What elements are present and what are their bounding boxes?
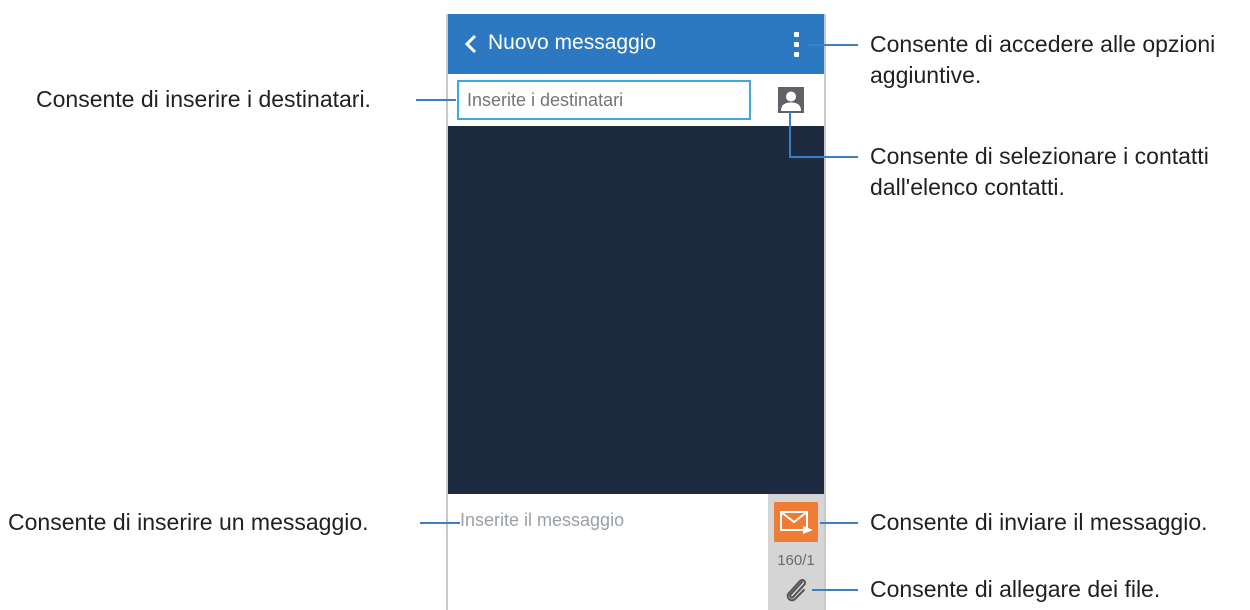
send-envelope-icon: [780, 511, 813, 534]
callout-line-contacts-vertical: [789, 112, 791, 158]
callout-contacts-line2: dall'elenco contatti.: [870, 174, 1065, 200]
callout-send: Consente di inviare il messaggio.: [870, 509, 1208, 535]
callout-attach: Consente di allegare dei file.: [870, 576, 1161, 602]
phone-screen: Nuovo messaggio Inserite il messaggio: [446, 14, 826, 610]
attach-button[interactable]: [782, 576, 810, 604]
recipients-input[interactable]: [457, 80, 751, 120]
page-title: Nuovo messaggio: [488, 31, 657, 54]
more-vert-icon-dot: [793, 41, 799, 47]
callout-contacts-line1: Consente di selezionare i contatti: [870, 143, 1209, 169]
callout-line-send: [820, 522, 858, 524]
back-button[interactable]: [456, 26, 486, 62]
more-vert-icon-dot: [793, 51, 799, 57]
callout-recipients: Consente di inserire i destinatari.: [36, 86, 371, 112]
contacts-button[interactable]: [778, 87, 804, 113]
callout-line-recipients: [416, 99, 456, 101]
more-vert-icon: [793, 31, 799, 37]
message-input[interactable]: Inserite il messaggio: [460, 510, 624, 531]
callout-menu-line2: aggiuntive.: [870, 62, 982, 88]
more-options-button[interactable]: [786, 26, 806, 62]
contact-person-icon: [778, 87, 804, 113]
callout-message: Consente di inserire un messaggio.: [8, 509, 369, 535]
callout-contacts: Consente di selezionare i contatti dall'…: [870, 141, 1209, 203]
callout-menu: Consente di accedere alle opzioni aggiun…: [870, 29, 1215, 91]
app-bar: Nuovo messaggio: [448, 14, 824, 74]
chevron-left-icon: [464, 34, 477, 54]
callout-line-attach: [812, 589, 858, 591]
callout-line-menu: [808, 44, 858, 46]
callout-menu-line1: Consente di accedere alle opzioni: [870, 31, 1216, 57]
conversation-area: [448, 126, 824, 494]
character-counter: 160/1: [777, 552, 815, 569]
compose-row: Inserite il messaggio 160/1: [448, 494, 824, 610]
compose-side-panel: 160/1: [768, 494, 824, 610]
paperclip-icon: [786, 578, 807, 602]
send-button[interactable]: [774, 502, 818, 542]
recipients-row: [448, 74, 824, 126]
callout-line-contacts: [789, 156, 858, 158]
callout-line-message: [420, 522, 460, 524]
